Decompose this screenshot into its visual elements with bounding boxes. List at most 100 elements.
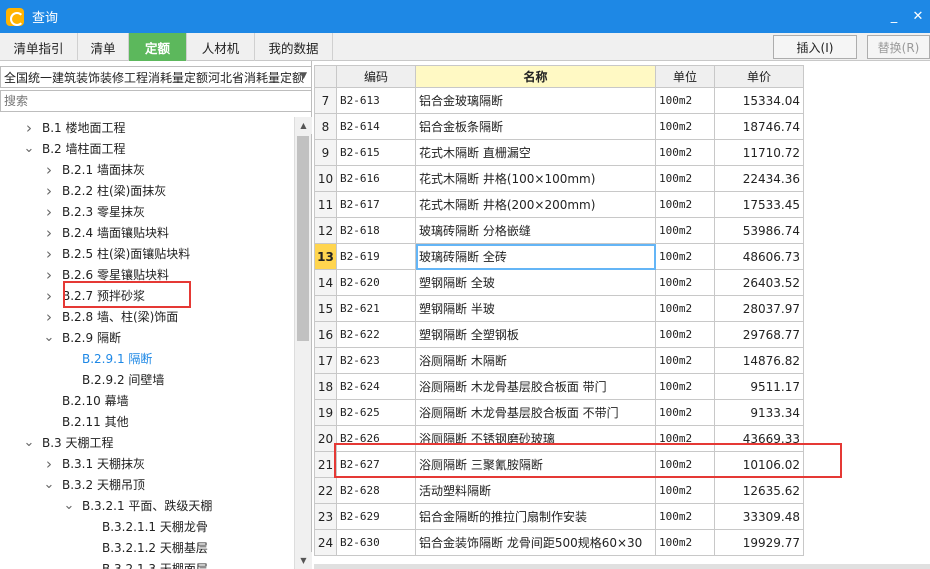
code-cell[interactable]: B2-622 — [336, 321, 416, 348]
chevron-down-icon[interactable]: ⌄ — [42, 330, 56, 345]
tab-labor-material-machine[interactable]: 人材机 — [187, 33, 255, 61]
name-cell[interactable]: 活动塑料隔断 — [415, 477, 656, 504]
price-cell[interactable]: 26403.52 — [714, 269, 804, 296]
row-number[interactable]: 15 — [314, 295, 337, 322]
table-row[interactable]: 18 B2-624 浴厕隔断 木龙骨基层胶合板面 带门 100m2 9511.17 — [314, 373, 804, 400]
code-cell[interactable]: B2-628 — [336, 477, 416, 504]
chevron-right-icon[interactable]: › — [42, 203, 56, 221]
tree-item[interactable]: › B.2.1 墙面抹灰 — [42, 159, 145, 180]
chevron-right-icon[interactable]: › — [42, 266, 56, 284]
row-number[interactable]: 21 — [314, 451, 337, 478]
unit-cell[interactable]: 100m2 — [655, 503, 715, 530]
tree-item[interactable]: ⌄ B.2.9 隔断 — [42, 327, 121, 348]
table-row[interactable]: 16 B2-622 塑钢隔断 全塑钢板 100m2 29768.77 — [314, 321, 804, 348]
row-number[interactable]: 9 — [314, 139, 337, 166]
row-number[interactable]: 17 — [314, 347, 337, 374]
row-number[interactable]: 7 — [314, 87, 337, 114]
unit-cell[interactable]: 100m2 — [655, 295, 715, 322]
price-cell[interactable]: 15334.04 — [714, 87, 804, 114]
table-row[interactable]: 19 B2-625 浴厕隔断 木龙骨基层胶合板面 不带门 100m2 9133.34 — [314, 399, 804, 426]
table-row[interactable]: 11 B2-617 花式木隔断 井格(200×200mm) 100m2 17533.45 — [314, 191, 804, 218]
row-number[interactable]: 24 — [314, 529, 337, 556]
table-row[interactable]: 14 B2-620 塑钢隔断 全玻 100m2 26403.52 — [314, 269, 804, 296]
price-cell[interactable]: 53986.74 — [714, 217, 804, 244]
grid-horizontal-scrollbar[interactable] — [314, 564, 930, 569]
chevron-down-icon[interactable]: ⌄ — [22, 141, 36, 156]
code-cell[interactable]: B2-614 — [336, 113, 416, 140]
tree-item[interactable]: B.2.10 幕墙 — [42, 390, 129, 411]
code-cell[interactable]: B2-621 — [336, 295, 416, 322]
tree-item[interactable]: › B.2.8 墙、柱(梁)饰面 — [42, 306, 178, 327]
unit-cell[interactable]: 100m2 — [655, 269, 715, 296]
insert-button[interactable]: 插入(I) — [773, 35, 857, 59]
chevron-right-icon[interactable]: › — [42, 287, 56, 305]
tree-item[interactable]: › B.2.3 零星抹灰 — [42, 201, 145, 222]
table-row[interactable]: 24 B2-630 铝合金装饰隔断 龙骨间距500规格60×30 100m2 19929… — [314, 529, 804, 556]
chevron-down-icon[interactable]: ⌄ — [42, 477, 56, 492]
chevron-down-icon[interactable]: ⌄ — [22, 435, 36, 450]
chevron-right-icon[interactable]: › — [42, 245, 56, 263]
chevron-down-icon[interactable]: ▼ — [300, 71, 307, 81]
name-cell[interactable]: 铝合金隔断的推拉门扇制作安装 — [415, 503, 656, 530]
unit-header[interactable]: 单位 — [655, 65, 715, 88]
price-cell[interactable]: 10106.02 — [714, 451, 804, 478]
price-cell[interactable]: 9133.34 — [714, 399, 804, 426]
code-cell[interactable]: B2-626 — [336, 425, 416, 452]
row-number[interactable]: 8 — [314, 113, 337, 140]
name-cell[interactable]: 花式木隔断 井格(100×100mm) — [415, 165, 656, 192]
chevron-right-icon[interactable]: › — [42, 455, 56, 473]
code-cell[interactable]: B2-623 — [336, 347, 416, 374]
replace-button[interactable]: 替换(R) — [867, 35, 930, 59]
code-cell[interactable]: B2-616 — [336, 165, 416, 192]
scroll-up-icon[interactable]: ▲ — [295, 117, 312, 134]
code-cell[interactable]: B2-627 — [336, 451, 416, 478]
row-number[interactable]: 12 — [314, 217, 337, 244]
price-cell[interactable]: 14876.82 — [714, 347, 804, 374]
row-number[interactable]: 19 — [314, 399, 337, 426]
row-number[interactable]: 20 — [314, 425, 337, 452]
price-cell[interactable]: 22434.36 — [714, 165, 804, 192]
price-cell[interactable]: 18746.74 — [714, 113, 804, 140]
tree-item[interactable]: B.2.11 其他 — [42, 411, 129, 432]
name-cell[interactable]: 铝合金板条隔断 — [415, 113, 656, 140]
name-cell[interactable]: 塑钢隔断 半玻 — [415, 295, 656, 322]
table-row[interactable]: 15 B2-621 塑钢隔断 半玻 100m2 28037.97 — [314, 295, 804, 322]
row-number[interactable]: 23 — [314, 503, 337, 530]
row-number[interactable]: 10 — [314, 165, 337, 192]
unit-cell[interactable]: 100m2 — [655, 191, 715, 218]
tree-item[interactable]: B.3.2.1.2 天棚基层 — [82, 537, 208, 558]
tree-item[interactable]: B.3.2.1.3 天棚面层 — [82, 558, 208, 569]
code-cell[interactable]: B2-615 — [336, 139, 416, 166]
unit-cell[interactable]: 100m2 — [655, 165, 715, 192]
unit-cell[interactable]: 100m2 — [655, 373, 715, 400]
price-header[interactable]: 单价 — [714, 65, 804, 88]
table-row[interactable]: 21 B2-627 浴厕隔断 三聚氰胺隔断 100m2 10106.02 — [314, 451, 804, 478]
scroll-down-icon[interactable]: ▼ — [295, 552, 312, 569]
tree-item[interactable]: B.3.2.1.1 天棚龙骨 — [82, 516, 208, 537]
unit-cell[interactable]: 100m2 — [655, 217, 715, 244]
chevron-right-icon[interactable]: › — [42, 224, 56, 242]
table-row[interactable]: 22 B2-628 活动塑料隔断 100m2 12635.62 — [314, 477, 804, 504]
price-cell[interactable]: 19929.77 — [714, 529, 804, 556]
tree-scrollbar[interactable]: ▲ ▼ — [294, 117, 312, 569]
chevron-right-icon[interactable]: › — [42, 308, 56, 326]
chevron-down-icon[interactable]: ⌄ — [62, 498, 76, 513]
table-row[interactable]: 17 B2-623 浴厕隔断 木隔断 100m2 14876.82 — [314, 347, 804, 374]
name-cell[interactable]: 铝合金装饰隔断 龙骨间距500规格60×30 — [415, 529, 656, 556]
tab-my-data[interactable]: 我的数据 — [255, 33, 333, 61]
unit-cell[interactable]: 100m2 — [655, 87, 715, 114]
name-cell[interactable]: 塑钢隔断 全玻 — [415, 269, 656, 296]
code-cell[interactable]: B2-619 — [336, 243, 416, 270]
code-cell[interactable]: B2-625 — [336, 399, 416, 426]
unit-cell[interactable]: 100m2 — [655, 477, 715, 504]
unit-cell[interactable]: 100m2 — [655, 399, 715, 426]
tree-item[interactable]: ⌄ B.3 天棚工程 — [22, 432, 114, 453]
unit-cell[interactable]: 100m2 — [655, 113, 715, 140]
tree-item[interactable]: ⌄ B.3.2 天棚吊顶 — [42, 474, 145, 495]
price-cell[interactable]: 33309.48 — [714, 503, 804, 530]
code-cell[interactable]: B2-617 — [336, 191, 416, 218]
unit-cell[interactable]: 100m2 — [655, 321, 715, 348]
tree-item[interactable]: › B.2.2 柱(梁)面抹灰 — [42, 180, 166, 201]
tree-item[interactable]: › B.3.1 天棚抹灰 — [42, 453, 145, 474]
table-row[interactable]: 10 B2-616 花式木隔断 井格(100×100mm) 100m2 22434.36 — [314, 165, 804, 192]
